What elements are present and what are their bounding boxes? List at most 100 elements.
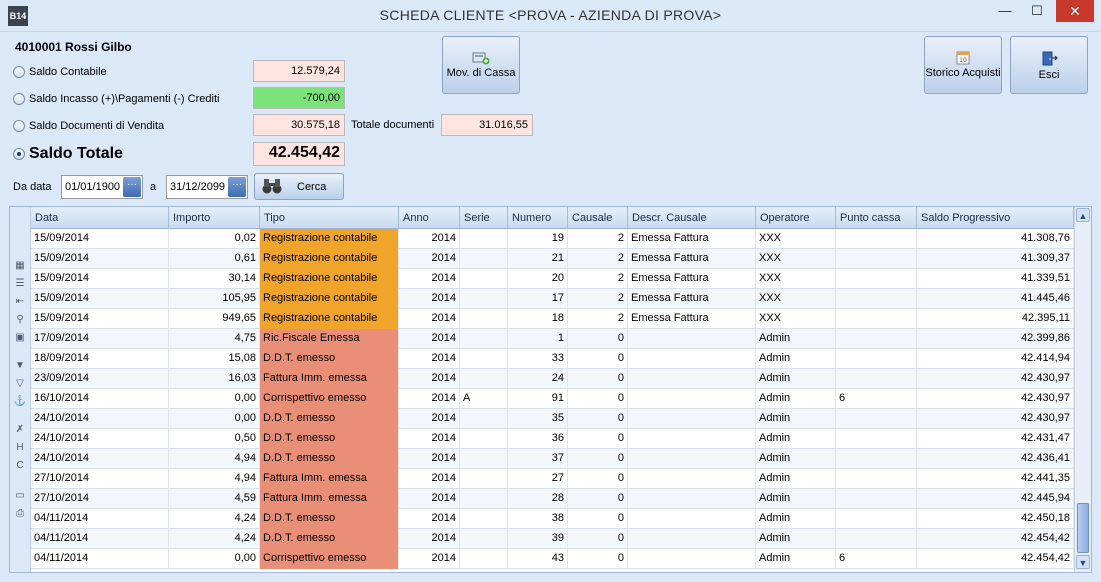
cell-serie bbox=[460, 509, 508, 529]
cell-operatore: XXX bbox=[756, 289, 836, 309]
table-row[interactable]: 16/10/2014 0,00 Corrispettivo emesso 2014 A 9… bbox=[31, 389, 1074, 409]
table-row[interactable]: 04/11/2014 0,00 Corrispettivo emesso 2014 43… bbox=[31, 549, 1074, 569]
date-picker-button[interactable]: ··· bbox=[123, 177, 141, 197]
cell-saldo-progressivo: 42.395,11 bbox=[917, 309, 1074, 329]
table-row[interactable]: 18/09/2014 15,08 D.D.T. emesso 2014 33 0 Admin… bbox=[31, 349, 1074, 369]
table-row[interactable]: 15/09/2014 105,95 Registrazione contabile 2… bbox=[31, 289, 1074, 309]
table-row[interactable]: 04/11/2014 4,24 D.D.T. emesso 2014 38 0 Admin 4… bbox=[31, 509, 1074, 529]
cell-punto-cassa bbox=[836, 369, 917, 389]
radio-saldo-totale[interactable]: Saldo Totale bbox=[13, 143, 123, 165]
table-row[interactable]: 15/09/2014 30,14 Registrazione contabile 20… bbox=[31, 269, 1074, 289]
radio-saldo-contabile[interactable]: Saldo Contabile bbox=[13, 62, 107, 82]
cell-tipo: D.D.T. emesso bbox=[260, 449, 399, 469]
cell-data: 24/10/2014 bbox=[31, 409, 169, 429]
column-c-icon[interactable]: C bbox=[13, 459, 27, 473]
cell-saldo-progressivo: 42.445,94 bbox=[917, 489, 1074, 509]
radio-icon[interactable] bbox=[13, 120, 25, 132]
clear-icon[interactable]: ✗ bbox=[13, 423, 27, 437]
column-header-tipo[interactable]: Tipo bbox=[260, 207, 399, 229]
search-icon[interactable]: ⚲ bbox=[13, 313, 27, 327]
table-row[interactable]: 27/10/2014 4,59 Fattura Imm. emessa 2014 28 0… bbox=[31, 489, 1074, 509]
radio-checked-icon[interactable] bbox=[13, 148, 25, 160]
table-row[interactable]: 24/10/2014 0,00 D.D.T. emesso 2014 35 0 Admin 4… bbox=[31, 409, 1074, 429]
movements-grid[interactable]: ▦ ☰ ⇤ ⚲ ▣ ▼ ▽ ⚓ ✗ H C ▭ ⎙ Data Importo Tip… bbox=[9, 206, 1092, 573]
cell-anno: 2014 bbox=[399, 389, 460, 409]
monitor-icon[interactable]: ▭ bbox=[13, 489, 27, 503]
scroll-down-icon[interactable]: ▼ bbox=[1076, 555, 1090, 569]
cell-anno: 2014 bbox=[399, 229, 460, 249]
cell-saldo-progressivo: 42.450,18 bbox=[917, 509, 1074, 529]
cell-descr-causale: Emessa Fattura bbox=[628, 229, 756, 249]
table-row[interactable]: 15/09/2014 949,65 Registrazione contabile 2… bbox=[31, 309, 1074, 329]
maximize-button[interactable]: ☐ bbox=[1022, 0, 1052, 22]
esci-button[interactable]: Esci bbox=[1010, 36, 1088, 94]
cell-anno: 2014 bbox=[399, 349, 460, 369]
radio-icon[interactable] bbox=[13, 66, 25, 78]
table-row[interactable]: 04/11/2014 4,24 D.D.T. emesso 2014 39 0 Admin 4… bbox=[31, 529, 1074, 549]
cell-tipo: D.D.T. emesso bbox=[260, 409, 399, 429]
list-icon[interactable]: ☰ bbox=[13, 277, 27, 291]
column-header-importo[interactable]: Importo bbox=[169, 207, 260, 229]
import-icon[interactable]: ⇤ bbox=[13, 295, 27, 309]
scroll-thumb[interactable] bbox=[1077, 503, 1089, 553]
cerca-button[interactable]: Cerca bbox=[254, 173, 344, 200]
cell-causale: 2 bbox=[568, 229, 628, 249]
column-header-causale[interactable]: Causale bbox=[568, 207, 628, 229]
cell-tipo: Corrispettivo emesso bbox=[260, 549, 399, 569]
cell-anno: 2014 bbox=[399, 369, 460, 389]
cell-tipo: D.D.T. emesso bbox=[260, 529, 399, 549]
cell-causale: 0 bbox=[568, 489, 628, 509]
cell-numero: 24 bbox=[508, 369, 568, 389]
close-button[interactable]: ✕ bbox=[1056, 0, 1094, 22]
column-header-operatore[interactable]: Operatore bbox=[756, 207, 836, 229]
print-icon[interactable]: ⎙ bbox=[13, 507, 27, 521]
cell-operatore: Admin bbox=[756, 349, 836, 369]
cell-saldo-progressivo: 41.445,46 bbox=[917, 289, 1074, 309]
table-row[interactable]: 27/10/2014 4,94 Fattura Imm. emessa 2014 27 0… bbox=[31, 469, 1074, 489]
radio-saldo-incasso[interactable]: Saldo Incasso (+)\Pagamenti (-) Crediti bbox=[13, 89, 219, 109]
column-header-punto-cassa[interactable]: Punto cassa bbox=[836, 207, 917, 229]
scroll-up-icon[interactable]: ▲ bbox=[1076, 208, 1090, 222]
radio-icon[interactable] bbox=[13, 93, 25, 105]
mov-cassa-button[interactable]: Mov. di Cassa bbox=[442, 36, 520, 94]
column-header-descr-causale[interactable]: Descr. Causale bbox=[628, 207, 756, 229]
column-header-data[interactable]: Data bbox=[31, 207, 169, 229]
esci-label: Esci bbox=[1038, 69, 1060, 81]
anchor-icon[interactable]: ⚓ bbox=[13, 395, 27, 409]
cell-data: 27/10/2014 bbox=[31, 469, 169, 489]
cell-importo: 0,00 bbox=[169, 549, 260, 569]
cell-numero: 37 bbox=[508, 449, 568, 469]
columns-icon[interactable]: ▣ bbox=[13, 331, 27, 345]
filter-icon[interactable]: ▼ bbox=[13, 359, 27, 373]
storico-acquisti-button[interactable]: 10 Storico Acquisti bbox=[924, 36, 1002, 94]
a-data-field[interactable]: 31/12/2099 ··· bbox=[166, 175, 248, 199]
table-row[interactable]: 15/09/2014 0,61 Registrazione contabile 201… bbox=[31, 249, 1074, 269]
binoculars-icon bbox=[262, 179, 282, 194]
minimize-button[interactable]: — bbox=[990, 0, 1020, 22]
column-header-numero[interactable]: Numero bbox=[508, 207, 568, 229]
column-header-serie[interactable]: Serie bbox=[460, 207, 508, 229]
export-icon[interactable]: ▦ bbox=[13, 259, 27, 273]
cell-descr-causale: Emessa Fattura bbox=[628, 309, 756, 329]
table-row[interactable]: 24/10/2014 0,50 D.D.T. emesso 2014 36 0 Admin 4… bbox=[31, 429, 1074, 449]
cell-tipo: Registrazione contabile bbox=[260, 269, 399, 289]
table-row[interactable]: 23/09/2014 16,03 Fattura Imm. emessa 2014 24… bbox=[31, 369, 1074, 389]
cell-causale: 0 bbox=[568, 329, 628, 349]
column-header-saldo-progressivo[interactable]: Saldo Progressivo bbox=[917, 207, 1074, 229]
da-data-field[interactable]: 01/01/1900 ··· bbox=[61, 175, 143, 199]
cell-punto-cassa: 6 bbox=[836, 549, 917, 569]
storico-acquisti-label: Storico Acquisti bbox=[925, 67, 1001, 79]
vertical-scrollbar[interactable]: ▲ ▼ bbox=[1074, 207, 1091, 572]
cell-data: 24/10/2014 bbox=[31, 449, 169, 469]
cell-serie bbox=[460, 369, 508, 389]
date-picker-button[interactable]: ··· bbox=[228, 177, 246, 197]
column-header-anno[interactable]: Anno bbox=[399, 207, 460, 229]
header-icon[interactable]: H bbox=[13, 441, 27, 455]
exit-door-icon bbox=[1042, 51, 1058, 66]
table-row[interactable]: 17/09/2014 4,75 Ric.Fiscale Emessa 2014 1 0 Ad… bbox=[31, 329, 1074, 349]
radio-saldo-documenti[interactable]: Saldo Documenti di Vendita bbox=[13, 116, 164, 136]
table-row[interactable]: 24/10/2014 4,94 D.D.T. emesso 2014 37 0 Admin 4… bbox=[31, 449, 1074, 469]
a-data-label: a bbox=[150, 181, 157, 193]
table-row[interactable]: 15/09/2014 0,02 Registrazione contabile 201… bbox=[31, 229, 1074, 249]
filter-clear-icon[interactable]: ▽ bbox=[13, 377, 27, 391]
